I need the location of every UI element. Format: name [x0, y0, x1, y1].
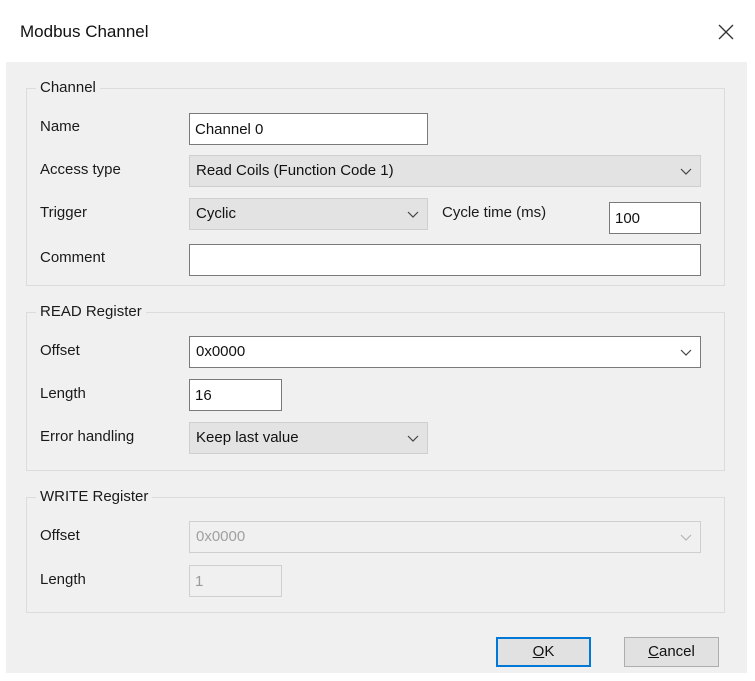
- cycle-time-input[interactable]: [609, 202, 701, 234]
- write-register-group-title: WRITE Register: [36, 488, 153, 505]
- chevron-down-icon: [407, 209, 419, 219]
- read-register-group-title: READ Register: [36, 303, 146, 320]
- read-length-label: Length: [40, 385, 86, 402]
- comment-label: Comment: [40, 249, 106, 266]
- trigger-select[interactable]: Cyclic: [189, 198, 428, 230]
- comment-input[interactable]: [189, 244, 701, 276]
- write-length-input: [189, 565, 282, 597]
- name-input[interactable]: [189, 113, 428, 145]
- ok-label-rest: K: [544, 643, 555, 660]
- error-handling-value: Keep last value: [196, 429, 299, 446]
- error-handling-label: Error handling: [40, 428, 135, 445]
- cancel-label-rest: ancel: [658, 643, 695, 660]
- channel-group-title: Channel: [36, 79, 100, 96]
- read-offset-value: 0x0000: [196, 343, 246, 360]
- error-handling-select[interactable]: Keep last value: [189, 422, 428, 454]
- read-length-input[interactable]: [189, 379, 282, 411]
- cycle-time-label: Cycle time (ms): [442, 204, 547, 221]
- read-register-group: READ Register Offset 0x0000 Length Error…: [26, 303, 725, 471]
- chevron-down-icon: [680, 166, 692, 176]
- chevron-down-icon: [680, 347, 692, 357]
- trigger-value: Cyclic: [196, 205, 236, 222]
- close-icon[interactable]: [716, 22, 736, 42]
- access-type-label: Access type: [40, 161, 121, 178]
- access-type-select[interactable]: Read Coils (Function Code 1): [189, 155, 701, 187]
- read-offset-label: Offset: [40, 342, 80, 359]
- dialog-body: Channel Name Access type Read Coils (Fun…: [6, 62, 747, 673]
- trigger-label: Trigger: [40, 204, 87, 221]
- write-register-group: WRITE Register Offset 0x0000 Length: [26, 488, 725, 613]
- access-type-value: Read Coils (Function Code 1): [196, 162, 394, 179]
- cancel-mnemonic: C: [648, 643, 659, 660]
- channel-group: Channel Name Access type Read Coils (Fun…: [26, 79, 725, 286]
- dialog-title: Modbus Channel: [20, 22, 149, 41]
- write-offset-select: 0x0000: [189, 521, 701, 553]
- name-label: Name: [40, 118, 81, 135]
- cancel-button[interactable]: Cancel: [624, 637, 719, 667]
- read-offset-select[interactable]: 0x0000: [189, 336, 701, 368]
- write-length-label: Length: [40, 571, 86, 588]
- write-offset-value: 0x0000: [196, 528, 246, 545]
- ok-button[interactable]: OK: [496, 637, 591, 667]
- ok-mnemonic: O: [532, 643, 545, 660]
- write-offset-label: Offset: [40, 527, 80, 544]
- chevron-down-icon: [407, 433, 419, 443]
- chevron-down-icon: [680, 532, 692, 542]
